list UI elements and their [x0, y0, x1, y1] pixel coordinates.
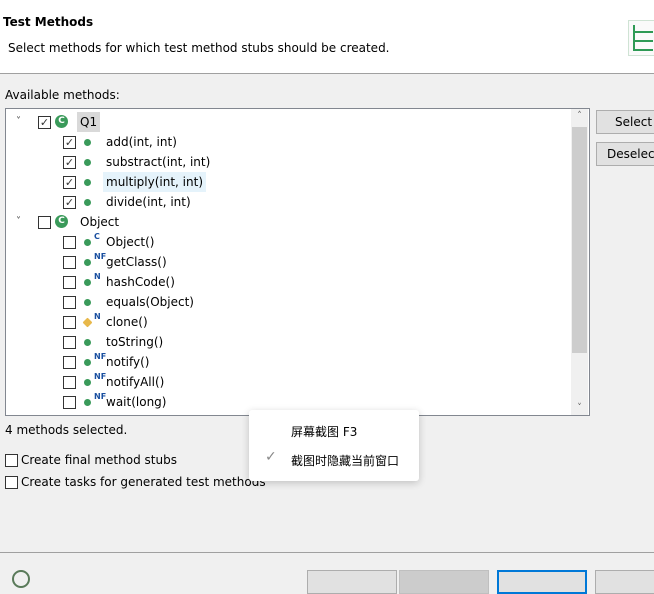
node-label: multiply(int, int): [103, 172, 207, 192]
node-label: getClass(): [106, 255, 167, 269]
tree-method-node[interactable]: toString(): [6, 332, 566, 352]
footer-divider: [0, 552, 654, 553]
checkbox[interactable]: [63, 276, 76, 289]
public-method-icon: [84, 379, 91, 386]
public-method-icon: [84, 339, 91, 346]
public-method-icon: [84, 279, 91, 286]
tree-class-node[interactable]: ˅ C Object: [6, 212, 566, 232]
checkbox[interactable]: ✓: [63, 156, 76, 169]
public-method-icon: [84, 399, 91, 406]
node-label: Q1: [77, 112, 101, 132]
node-label: substract(int, int): [106, 155, 211, 169]
checkbox[interactable]: [63, 356, 76, 369]
chevron-down-icon[interactable]: ˅: [16, 112, 28, 132]
context-menu: 屏幕截图 F3 ✓ 截图时隐藏当前窗口: [249, 410, 419, 481]
back-button[interactable]: [307, 570, 397, 594]
methods-tree[interactable]: NF wait(long) NF notifyAll() NF notify() toStr…: [5, 108, 590, 416]
checkbox[interactable]: [38, 216, 51, 229]
node-label: add(int, int): [106, 135, 177, 149]
page-title: Test Methods: [3, 15, 94, 29]
menu-item-screenshot[interactable]: 屏幕截图 F3: [291, 423, 357, 440]
vertical-scrollbar[interactable]: ˄ ˅: [571, 109, 588, 415]
checkbox[interactable]: [63, 236, 76, 249]
public-method-icon: [84, 359, 91, 366]
help-icon[interactable]: [12, 570, 30, 588]
check-icon: ✓: [265, 449, 277, 465]
menu-item-hide-window[interactable]: 截图时隐藏当前窗口: [291, 452, 399, 469]
tree-method-node[interactable]: NhashCode(): [6, 272, 566, 292]
class-icon: C: [55, 215, 68, 228]
checkbox[interactable]: [63, 336, 76, 349]
checkbox[interactable]: ✓: [63, 196, 76, 209]
next-button[interactable]: [399, 570, 489, 594]
checkbox[interactable]: [5, 476, 18, 489]
finish-button[interactable]: [497, 570, 587, 594]
tree-method-node[interactable]: ✓ multiply(int, int): [6, 172, 566, 192]
public-method-icon: [84, 159, 91, 166]
node-label: divide(int, int): [106, 195, 191, 209]
tree-method-node[interactable]: ✓ divide(int, int): [6, 192, 566, 212]
tree-method-node[interactable]: NF wait(long): [6, 392, 566, 412]
node-label: notifyAll(): [106, 375, 165, 389]
node-label: notify(): [106, 355, 150, 369]
tree-class-node[interactable]: ˅ ✓ C Q1: [6, 112, 566, 132]
node-label: Object(): [106, 235, 155, 249]
tree-method-node[interactable]: C Object(): [6, 232, 566, 252]
protected-method-icon: [82, 317, 93, 328]
tree-method-node[interactable]: ✓ add(int, int): [6, 132, 566, 152]
node-label: hashCode(): [106, 275, 175, 289]
node-label: Object: [80, 215, 120, 229]
public-method-icon: [84, 239, 91, 246]
node-label: equals(Object): [106, 295, 194, 309]
tree-method-node[interactable]: Nclone(): [6, 312, 566, 332]
tree-method-node[interactable]: NF notify(): [6, 352, 566, 372]
checkbox[interactable]: [63, 296, 76, 309]
node-label: wait(long): [106, 395, 167, 409]
chevron-down-icon[interactable]: ˅: [16, 212, 28, 232]
checkbox[interactable]: ✓: [63, 136, 76, 149]
tree-method-node[interactable]: equals(Object): [6, 292, 566, 312]
tree-method-node[interactable]: ✓ substract(int, int): [6, 152, 566, 172]
public-method-icon: [84, 199, 91, 206]
scroll-up-icon[interactable]: ˄: [571, 111, 588, 121]
public-method-icon: [84, 299, 91, 306]
node-label: toString(): [106, 335, 164, 349]
checkbox[interactable]: ✓: [63, 176, 76, 189]
page-subtitle: Select methods for which test method stu…: [8, 41, 390, 55]
public-method-icon: [84, 259, 91, 266]
selection-status: 4 methods selected.: [5, 423, 128, 437]
tree-method-node[interactable]: NF notifyAll(): [6, 372, 566, 392]
select-all-button[interactable]: Select All: [596, 110, 654, 134]
scroll-down-icon[interactable]: ˅: [571, 403, 588, 413]
class-icon: C: [55, 115, 68, 128]
public-method-icon: [84, 179, 91, 186]
wizard-banner-icon: [628, 20, 654, 56]
checkbox[interactable]: [63, 376, 76, 389]
dialog-header: Test Methods Select methods for which te…: [0, 0, 654, 74]
checkbox-label: Create final method stubs: [21, 453, 177, 467]
public-method-icon: [84, 139, 91, 146]
cancel-button[interactable]: [595, 570, 654, 594]
available-methods-label: Available methods:: [5, 88, 120, 102]
checkbox[interactable]: [63, 316, 76, 329]
scrollbar-thumb[interactable]: [572, 127, 587, 353]
checkbox[interactable]: [5, 454, 18, 467]
deselect-all-button[interactable]: Deselect All: [596, 142, 654, 166]
checkbox[interactable]: [63, 396, 76, 409]
checkbox[interactable]: [63, 256, 76, 269]
checkbox[interactable]: ✓: [38, 116, 51, 129]
node-label: clone(): [106, 315, 148, 329]
tree-method-node[interactable]: NF getClass(): [6, 252, 566, 272]
checkbox-label: Create tasks for generated test methods: [21, 475, 266, 489]
